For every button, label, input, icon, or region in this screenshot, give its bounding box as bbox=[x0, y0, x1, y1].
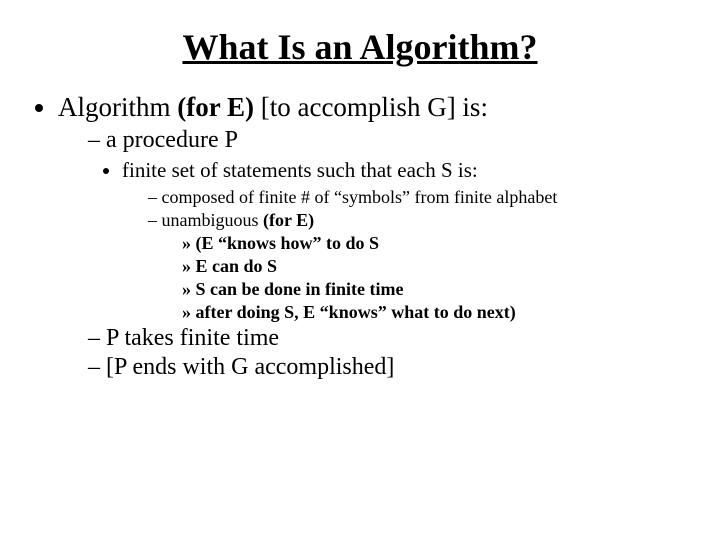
bullet-list-level3: finite set of statements such that each … bbox=[88, 158, 690, 323]
text: P takes finite time bbox=[106, 325, 279, 351]
slide: What Is an Algorithm? Algorithm (for E) … bbox=[0, 0, 720, 540]
bullet-knows-next: after doing S, E “knows” what to do next… bbox=[182, 302, 690, 323]
bullet-list-level2: a procedure P finite set of statements s… bbox=[58, 127, 690, 381]
text-fragment-bold: (for E) bbox=[177, 92, 260, 122]
bullet-finite-symbols: composed of finite # of “symbols” from f… bbox=[148, 187, 690, 208]
bullet-finite-time: S can be done in finite time bbox=[182, 279, 690, 300]
text: [P ends with G accomplished] bbox=[106, 354, 394, 380]
bullet-unambiguous: unambiguous (for E) (E “knows how” to do… bbox=[148, 210, 690, 323]
text-fragment: [to accomplish G] is: bbox=[261, 92, 488, 122]
bullet-finite-statements: finite set of statements such that each … bbox=[122, 158, 690, 323]
bullet-knows-how: (E “knows how” to do S bbox=[182, 233, 690, 254]
text: composed of finite # of “symbols” from f… bbox=[162, 187, 558, 207]
text: a procedure P bbox=[106, 127, 238, 153]
text: unambiguous bbox=[162, 210, 264, 230]
text-fragment: Algorithm bbox=[58, 92, 177, 122]
slide-title: What Is an Algorithm? bbox=[30, 26, 690, 68]
bullet-p-ends-accomplished: [P ends with G accomplished] bbox=[88, 354, 690, 381]
bullet-algorithm-def: Algorithm (for E) [to accomplish G] is: … bbox=[58, 92, 690, 381]
bullet-p-finite-time: P takes finite time bbox=[88, 325, 690, 352]
bullet-procedure-p: a procedure P finite set of statements s… bbox=[88, 127, 690, 323]
bullet-list-level1: Algorithm (for E) [to accomplish G] is: … bbox=[30, 92, 690, 381]
text: finite set of statements such that each … bbox=[122, 158, 478, 182]
bullet-can-do: E can do S bbox=[182, 256, 690, 277]
text-fragment-bold: (for E) bbox=[263, 210, 314, 230]
bullet-list-level5: (E “knows how” to do S E can do S S can … bbox=[148, 233, 690, 323]
bullet-list-level4: composed of finite # of “symbols” from f… bbox=[122, 187, 690, 323]
